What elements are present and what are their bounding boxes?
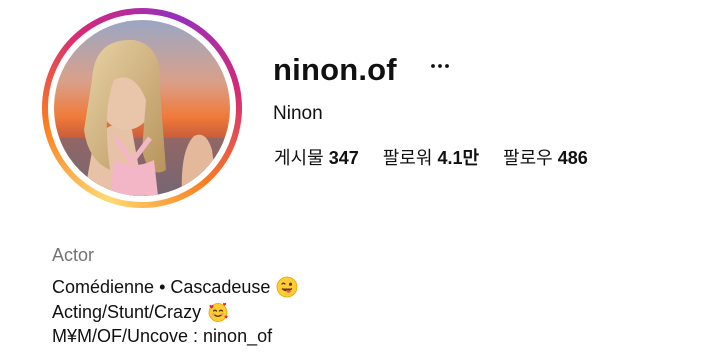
profile-category: Actor [52, 245, 95, 265]
profile-avatar[interactable] [42, 8, 242, 208]
bio-line-2: Acting/Stunt/Crazy [52, 300, 298, 325]
bio-line-1-text: Comédienne • Cascadeuse [52, 277, 271, 297]
stat-posts-value: 347 [328, 148, 359, 168]
profile-username[interactable]: ninon.of [273, 50, 397, 90]
profile-stats: 게시물 347 팔로워 4.1만 팔로우 486 [274, 146, 588, 170]
stat-following[interactable]: 팔로우 486 [503, 146, 588, 170]
profile-bio: Comédienne • Cascadeuse Acting/Stunt/Cra… [52, 275, 298, 349]
bio-line-3: M¥M/OF/Uncove : ninon_of [52, 324, 298, 349]
stat-followers[interactable]: 팔로워 4.1만 [383, 146, 479, 170]
bio-line-3-text: M¥M/OF/Uncove : ninon_of [52, 326, 273, 346]
more-options-icon[interactable] [428, 54, 452, 78]
stat-posts[interactable]: 게시물 347 [274, 146, 359, 170]
stat-following-value: 486 [557, 148, 588, 168]
stat-followers-value: 4.1만 [437, 148, 480, 168]
winking-face-with-tongue-icon [276, 276, 298, 298]
avatar-image [54, 20, 230, 196]
profile-full-name: Ninon [273, 103, 323, 124]
smiling-face-with-hearts-icon [207, 301, 229, 323]
stat-posts-label: 게시물 [274, 148, 324, 168]
stat-followers-label: 팔로워 [382, 148, 433, 168]
stat-following-label: 팔로우 [503, 148, 553, 168]
bio-line-1: Comédienne • Cascadeuse [52, 275, 298, 300]
bio-line-2-text: Acting/Stunt/Crazy [52, 301, 202, 322]
